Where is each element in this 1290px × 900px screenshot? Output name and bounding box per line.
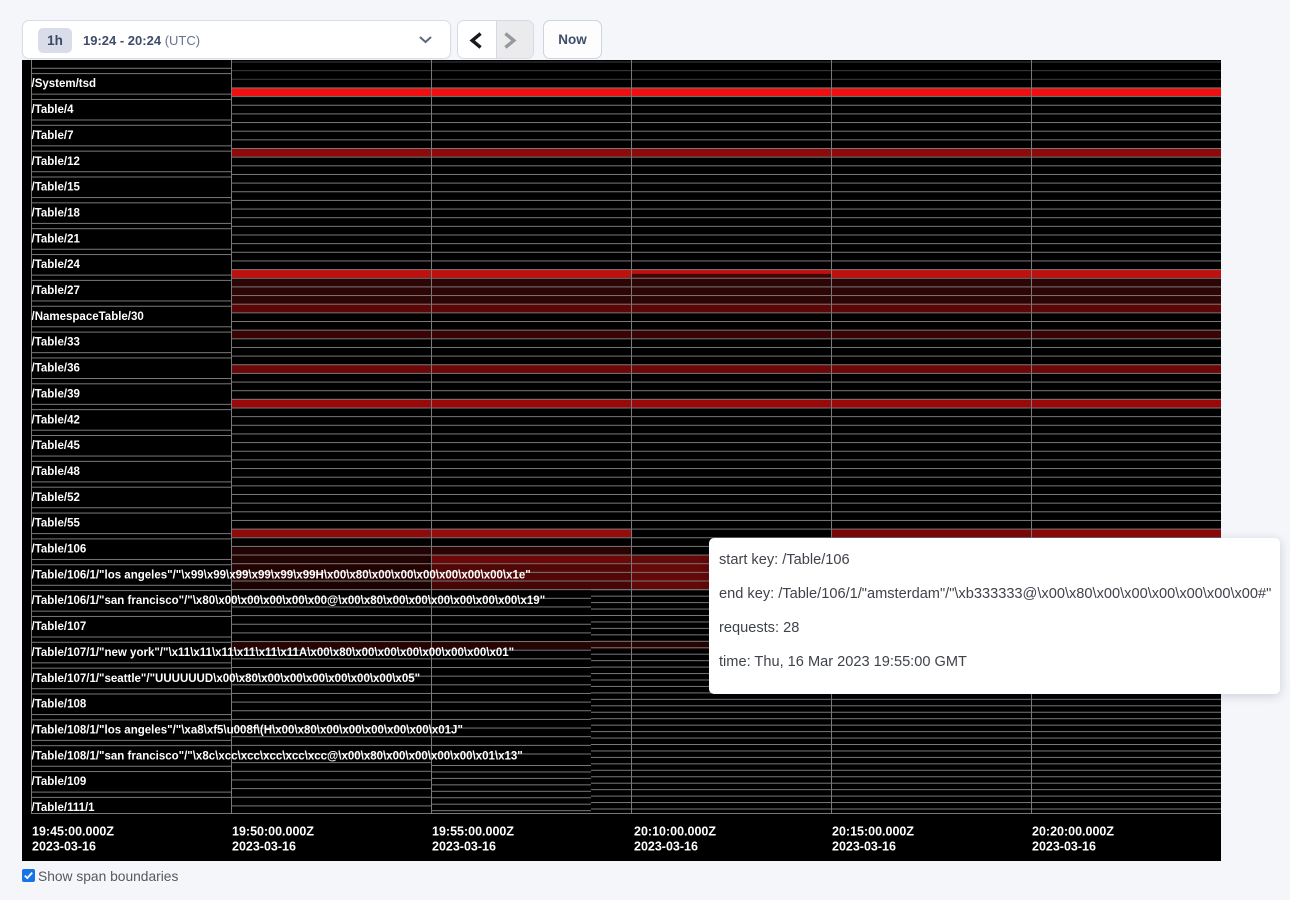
svg-text:/Table/27: /Table/27 [32,285,80,297]
svg-text:/Table/107/1/"new york"/"\x11\: /Table/107/1/"new york"/"\x11\x11\x11\x1… [32,647,515,659]
svg-text:/Table/107: /Table/107 [32,621,87,633]
svg-text:/Table/106/1/"san francisco"/": /Table/106/1/"san francisco"/"\x80\x00\x… [32,595,546,607]
svg-text:/Table/106/1/"los angeles"/"\x: /Table/106/1/"los angeles"/"\x99\x99\x99… [32,569,531,581]
svg-text:19:45:00.000Z: 19:45:00.000Z [32,825,114,839]
svg-text:/Table/15: /Table/15 [32,182,81,194]
svg-text:/Table/108: /Table/108 [32,699,87,711]
svg-text:2023-03-16: 2023-03-16 [634,840,698,854]
svg-text:/Table/55: /Table/55 [32,518,81,530]
svg-text:2023-03-16: 2023-03-16 [232,840,296,854]
svg-text:/Table/111/1: /Table/111/1 [32,802,96,814]
svg-text:/Table/48: /Table/48 [32,466,81,478]
svg-text:/Table/21: /Table/21 [32,233,81,245]
svg-text:20:10:00.000Z: 20:10:00.000Z [634,825,716,839]
svg-text:/Table/4: /Table/4 [32,104,75,116]
svg-text:/Table/108/1/"los angeles"/"\x: /Table/108/1/"los angeles"/"\xa8\xf5\u00… [32,724,463,736]
svg-text:/System/tsd: /System/tsd [32,78,97,90]
svg-text:2023-03-16: 2023-03-16 [1032,840,1096,854]
svg-text:2023-03-16: 2023-03-16 [832,840,896,854]
svg-text:/Table/24: /Table/24 [32,259,81,271]
svg-text:/Table/39: /Table/39 [32,388,80,400]
svg-text:/Table/7: /Table/7 [32,130,74,142]
svg-text:/Table/12: /Table/12 [32,156,80,168]
svg-text:/Table/108/1/"san francisco"/": /Table/108/1/"san francisco"/"\x8c\xcc\x… [32,750,523,762]
svg-text:/Table/33: /Table/33 [32,337,80,349]
svg-text:2023-03-16: 2023-03-16 [32,840,96,854]
svg-text:/Table/107/1/"seattle"/"UUUUUU: /Table/107/1/"seattle"/"UUUUUUD\x00\x80\… [32,673,421,685]
svg-text:20:15:00.000Z: 20:15:00.000Z [832,825,914,839]
svg-text:19:55:00.000Z: 19:55:00.000Z [432,825,514,839]
svg-text:19:50:00.000Z: 19:50:00.000Z [232,825,314,839]
svg-text:/Table/109: /Table/109 [32,776,87,788]
svg-text:/Table/106: /Table/106 [32,544,87,556]
svg-text:2023-03-16: 2023-03-16 [432,840,496,854]
svg-text:/Table/18: /Table/18 [32,207,81,219]
svg-text:/NamespaceTable/30: /NamespaceTable/30 [32,311,144,323]
svg-text:20:20:00.000Z: 20:20:00.000Z [1032,825,1114,839]
svg-text:/Table/45: /Table/45 [32,440,81,452]
svg-text:/Table/36: /Table/36 [32,363,80,375]
svg-text:/Table/42: /Table/42 [32,414,80,426]
svg-text:/Table/52: /Table/52 [32,492,80,504]
